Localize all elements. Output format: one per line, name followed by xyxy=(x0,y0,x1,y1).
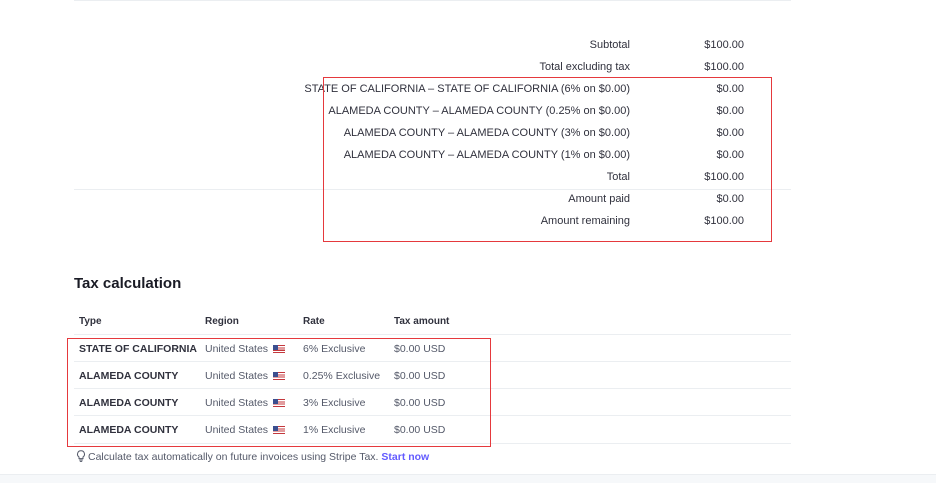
lightbulb-icon xyxy=(77,450,85,462)
highlight-box-summary xyxy=(323,77,772,242)
start-now-link[interactable]: Start now xyxy=(381,451,429,463)
summary-value: $100.00 xyxy=(704,39,744,51)
stripe-tax-note: Calculate tax automatically on future in… xyxy=(76,450,429,463)
section-title: Tax calculation xyxy=(74,275,182,292)
summary-label: Subtotal xyxy=(589,39,630,51)
column-header-region: Region xyxy=(205,316,239,327)
note-text: Calculate tax automatically on future in… xyxy=(88,451,379,463)
summary-label: Total excluding tax xyxy=(539,61,631,73)
column-header-tax-amount: Tax amount xyxy=(394,316,450,327)
top-divider xyxy=(74,0,791,1)
summary-value: $100.00 xyxy=(704,61,744,73)
column-header-rate: Rate xyxy=(303,316,325,327)
summary-row-subtotal: Subtotal $100.00 xyxy=(320,36,750,58)
column-header-type: Type xyxy=(79,316,102,327)
highlight-box-tax-table xyxy=(67,338,491,447)
